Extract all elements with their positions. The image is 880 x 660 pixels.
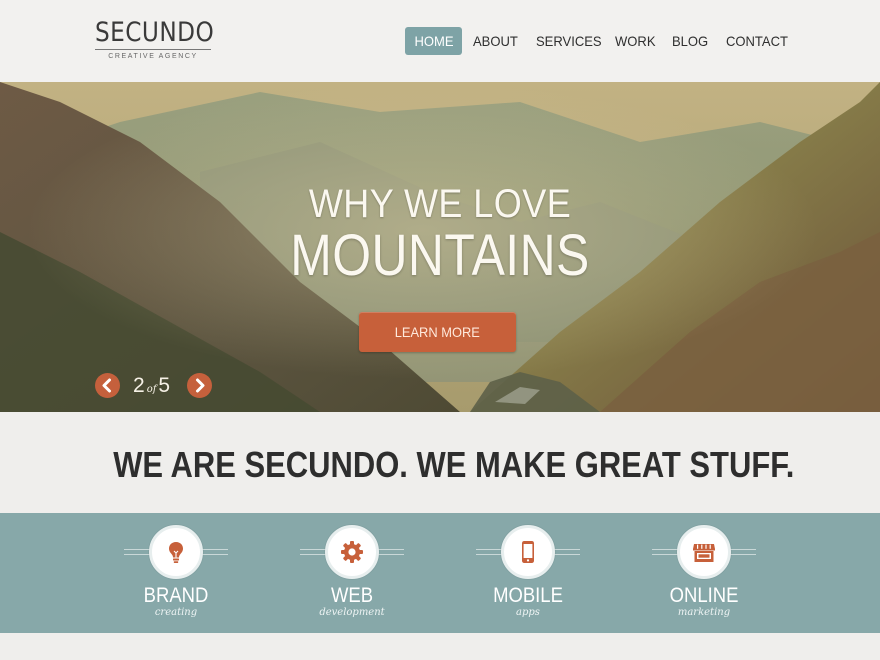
intro-headline: WE ARE SECUNDO. WE MAKE GREAT STUFF. [113,444,795,485]
decor-line [476,554,502,555]
decor-line [378,549,404,550]
hero-heading-line-1: WHY WE LOVE [308,182,572,226]
page-bottom [0,633,880,660]
nav-item-blog[interactable]: BLOG [672,27,711,55]
nav-item-home[interactable]: HOME [405,27,462,55]
service-title: ONLINE [669,584,739,607]
slide-counter: 2 of5 [133,374,170,398]
slider-prev-button[interactable] [95,373,120,398]
decor-line [652,554,678,555]
service-title: MOBILE [493,584,563,607]
service-title: BRAND [143,584,209,607]
decor-line [202,549,228,550]
gear-icon [341,541,363,563]
service-title: WEB [330,584,374,607]
chevron-left-icon [102,378,111,393]
slide-of: of [146,384,157,395]
storefront-icon [693,544,715,562]
nav-item-work[interactable]: WORK [615,27,659,55]
hero-slider: WHY WE LOVE MOUNTAINS LEARN MORE 2 of5 [0,82,880,412]
service-subtitle: creating [154,607,198,618]
service-icon-circle [677,525,731,579]
service-brand[interactable]: BRAND creating [116,513,236,633]
nav-item-about[interactable]: ABOUT [473,27,521,55]
service-icon-circle [149,525,203,579]
hero-heading-line-2: MOUNTAINS [290,223,590,288]
services-band: BRAND creating WEB development MOBILE ap… [0,513,880,633]
service-subtitle: development [319,607,385,618]
service-online[interactable]: ONLINE marketing [644,513,764,633]
decor-line [476,549,502,550]
service-subtitle: apps [516,607,540,618]
slide-total: 5 [158,374,171,397]
site-header: SECUNDO CREATIVE AGENCY HOME ABOUT SERVI… [0,0,880,82]
decor-line [730,549,756,550]
decor-line [124,549,150,550]
service-web[interactable]: WEB development [292,513,412,633]
logo[interactable]: SECUNDO CREATIVE AGENCY [95,17,215,60]
logo-name: SECUNDO [95,17,215,48]
logo-tagline: CREATIVE AGENCY [108,53,198,60]
decor-line [300,554,326,555]
nav-item-contact[interactable]: CONTACT [726,27,793,55]
decor-line [554,554,580,555]
decor-line [124,554,150,555]
slider-next-button[interactable] [187,373,212,398]
service-icon-circle [501,525,555,579]
slide-current: 2 [133,374,145,397]
decor-line [202,554,228,555]
decor-line [554,549,580,550]
decor-line [300,549,326,550]
decor-line [378,554,404,555]
intro-section: WE ARE SECUNDO. WE MAKE GREAT STUFF. [0,412,880,512]
decor-line [652,549,678,550]
service-mobile[interactable]: MOBILE apps [468,513,588,633]
decor-line [730,554,756,555]
logo-divider [95,49,211,50]
lightbulb-icon [169,542,183,563]
smartphone-icon [522,541,534,563]
chevron-right-icon [196,378,205,393]
learn-more-button[interactable]: LEARN MORE [359,312,516,352]
service-icon-circle [325,525,379,579]
service-subtitle: marketing [677,607,731,618]
nav-item-services[interactable]: SERVICES [536,27,607,55]
